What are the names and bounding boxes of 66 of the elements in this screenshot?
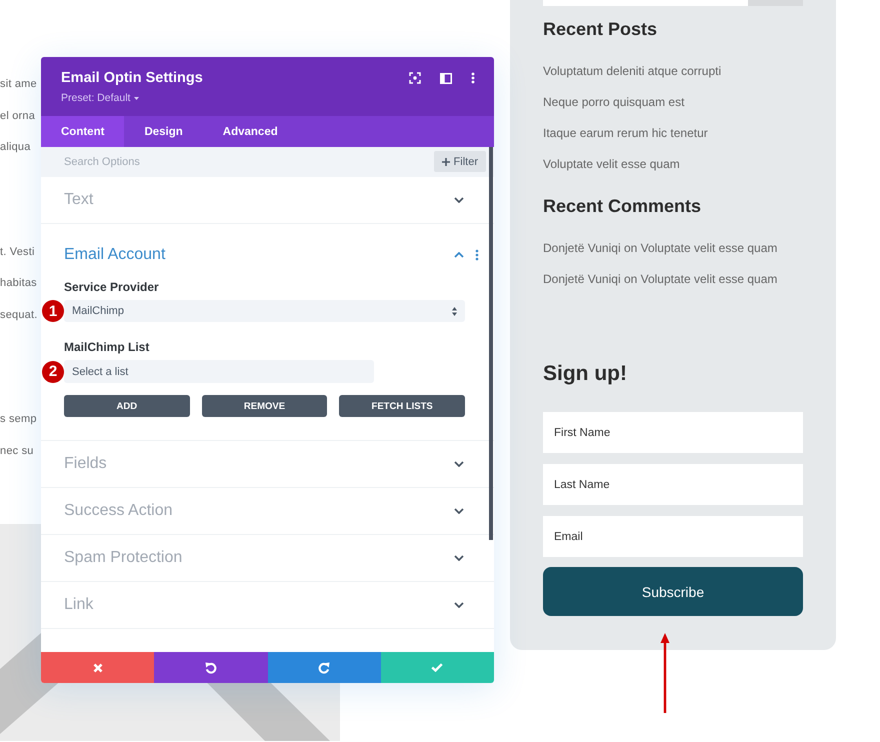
close-icon (92, 662, 103, 672)
search-button[interactable] (748, 0, 803, 6)
post-link[interactable]: Voluptatum deleniti atque corrupti (543, 56, 722, 87)
field-label: MailChimp List (64, 339, 150, 355)
paragraph-fragment: sit ame (0, 77, 37, 92)
check-icon (431, 663, 444, 672)
signup-heading: Sign up! (543, 361, 628, 387)
caret-icon (134, 96, 140, 100)
section-toggle[interactable]: Fields (64, 441, 464, 487)
comment-link[interactable]: Donjetë Vuniqi on Voluptate velit esse quam (543, 233, 778, 264)
tab[interactable]: Advanced (202, 116, 298, 147)
input-field[interactable]: Email (543, 516, 803, 557)
chevron-up-icon (454, 252, 464, 258)
filter-button[interactable]: Filter (434, 151, 486, 172)
paragraph-fragment: sequat. (0, 308, 38, 322)
undo-button[interactable] (154, 652, 268, 683)
step-badge: 2 (42, 360, 64, 382)
action-button[interactable]: FETCH LISTS (339, 395, 465, 417)
discard-button[interactable] (41, 652, 154, 683)
redo-button[interactable] (268, 652, 381, 683)
paragraph-fragment: el orna (0, 108, 36, 124)
section-toggle[interactable]: Success Action (64, 488, 464, 534)
paragraph-fragment: t. Vesti (0, 244, 35, 260)
undo-icon (204, 662, 217, 674)
paragraph-fragment: habitas (0, 276, 37, 291)
preset-dropdown[interactable]: Preset: Default (61, 91, 140, 105)
widget-heading: Recent Comments (543, 195, 702, 218)
select-field[interactable]: Select a list (64, 360, 374, 383)
section-toggle[interactable]: Text (64, 177, 464, 223)
kebab-menu-icon[interactable] (475, 249, 479, 261)
action-button[interactable]: ADD (64, 395, 190, 417)
kebab-menu-icon[interactable] (471, 72, 475, 84)
chevron-down-icon (454, 555, 464, 561)
redo-icon (318, 662, 330, 674)
comment-link[interactable]: Donjetë Vuniqi on Voluptate velit esse quam (543, 264, 778, 295)
paragraph-fragment: aliqua (0, 140, 31, 155)
plus-icon (442, 158, 450, 166)
input-field[interactable]: First Name (543, 412, 803, 453)
widget-heading: Recent Posts (543, 18, 658, 41)
panel-layout-icon[interactable] (440, 72, 452, 84)
subscribe-button[interactable]: Subscribe (543, 567, 803, 616)
sort-arrows-icon (452, 306, 457, 316)
select-field[interactable]: MailChimp (64, 300, 465, 322)
step-badge: 1 (42, 300, 64, 322)
chevron-down-icon (454, 197, 464, 203)
section-toggle[interactable]: Email Account (64, 232, 464, 278)
modal-title: Email Optin Settings (61, 69, 203, 87)
action-button[interactable]: REMOVE (202, 395, 328, 417)
section-toggle[interactable]: Spam Protection (64, 535, 464, 581)
save-button[interactable] (380, 652, 494, 683)
paragraph-fragment: nec su (0, 444, 34, 458)
field-label: Service Provider (64, 279, 159, 295)
chevron-down-icon (454, 508, 464, 514)
tab[interactable]: Content (41, 116, 124, 147)
post-link[interactable]: Neque porro quisquam est (543, 87, 684, 118)
search-field[interactable] (543, 0, 748, 6)
focus-frame-icon[interactable] (409, 72, 421, 84)
post-link[interactable]: Itaque earum rerum hic tenetur (543, 118, 708, 149)
section-toggle[interactable]: Link (64, 582, 464, 628)
tab[interactable]: Design (124, 116, 203, 147)
scrollbar-thumb[interactable] (489, 147, 493, 540)
paragraph-fragment: s semp (0, 412, 37, 427)
chevron-down-icon (454, 602, 464, 608)
chevron-down-icon (454, 461, 464, 467)
input-field[interactable]: Last Name (543, 464, 803, 505)
post-link[interactable]: Voluptate velit esse quam (543, 149, 680, 180)
